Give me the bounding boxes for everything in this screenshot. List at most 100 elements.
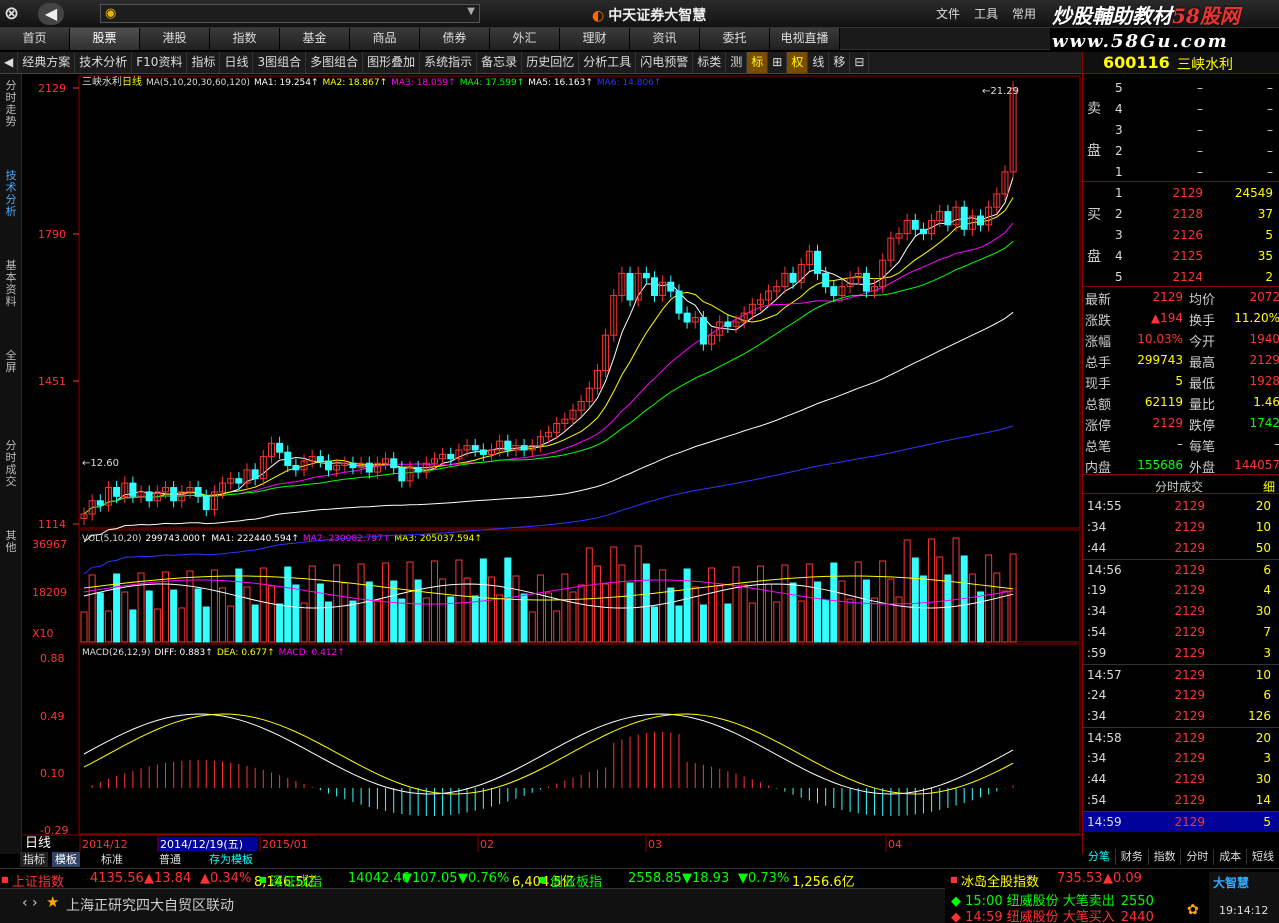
quote-label: 最新 bbox=[1085, 293, 1112, 308]
buy-level-row[interactable]: 4 2125 35 bbox=[1115, 246, 1279, 267]
chart-area[interactable]: 三峡水利日线 MA(5,10,20,30,60,120) MA1: 19.254↑ M… bbox=[22, 74, 1082, 854]
toolbar-item-6[interactable]: 多图组合 bbox=[306, 52, 364, 73]
side-tab-3[interactable]: 全屏 bbox=[2, 350, 20, 374]
candle-body bbox=[398, 467, 406, 482]
toolbar-item-20[interactable]: ⊟ bbox=[850, 52, 870, 73]
alert-row[interactable]: ◆ 14:59 纽威股份 大笔买入 2440 bbox=[951, 906, 1154, 923]
toolbar-item-13[interactable]: 标类 bbox=[693, 52, 727, 73]
quote-tab-3[interactable]: 分时 bbox=[1181, 849, 1215, 865]
sell-level-row[interactable]: 2 – – bbox=[1115, 141, 1279, 162]
tick-row[interactable]: :24 2129 6 bbox=[1083, 685, 1279, 706]
news-headline[interactable]: 上海正研究四大自贸区联动 bbox=[66, 895, 234, 915]
toolbar-item-0[interactable]: 经典方案 bbox=[18, 52, 76, 73]
side-tab-1[interactable]: 技术分析 bbox=[2, 170, 20, 218]
toolbar-item-10[interactable]: 历史回忆 bbox=[522, 52, 580, 73]
toolbar-item-2[interactable]: F10资料 bbox=[132, 52, 188, 73]
volume-bar bbox=[496, 594, 504, 643]
toolbar-item-1[interactable]: 技术分析 bbox=[75, 52, 133, 73]
kline-chart[interactable]: 三峡水利日线 MA(5,10,20,30,60,120) MA1: 19.254↑ M… bbox=[22, 74, 1082, 854]
buy-level-row[interactable]: 1 2129 24549 bbox=[1115, 183, 1279, 204]
buy-level-row[interactable]: 3 2126 5 bbox=[1115, 225, 1279, 246]
toolbar-item-16[interactable]: ⊞ bbox=[768, 52, 788, 73]
nav-tab-6[interactable]: 债券 bbox=[420, 28, 490, 50]
tick-row[interactable]: :54 2129 14 bbox=[1083, 790, 1279, 811]
tick-row[interactable]: 14:58 2129 20 bbox=[1083, 727, 1279, 748]
volume-bar bbox=[512, 575, 520, 643]
nav-tab-2[interactable]: 港股 bbox=[140, 28, 210, 50]
tick-row[interactable]: :44 2129 50 bbox=[1083, 538, 1279, 559]
tick-time: :44 bbox=[1087, 541, 1107, 555]
toolbar-item-5[interactable]: 3图组合 bbox=[253, 52, 307, 73]
tab-standard[interactable]: 标准 bbox=[98, 852, 126, 867]
tick-row[interactable]: :44 2129 30 bbox=[1083, 769, 1279, 790]
buy-level-row[interactable]: 5 2124 2 bbox=[1115, 267, 1279, 288]
tick-row[interactable]: :34 2129 3 bbox=[1083, 748, 1279, 769]
toolbar-left-arrow-icon[interactable]: ◀ bbox=[0, 52, 19, 73]
toolbar-item-8[interactable]: 系统指示 bbox=[420, 52, 478, 73]
tick-row[interactable]: 14:57 2129 10 bbox=[1083, 664, 1279, 685]
toolbar-item-9[interactable]: 备忘录 bbox=[477, 52, 523, 73]
side-tab-4[interactable]: 分时成交 bbox=[2, 440, 20, 488]
nav-tab-10[interactable]: 委托 bbox=[700, 28, 770, 50]
save-template-button[interactable]: 存为模板 bbox=[206, 852, 256, 867]
toolbar-item-17[interactable]: 权 bbox=[787, 52, 809, 73]
quote-tab-1[interactable]: 财务 bbox=[1116, 849, 1149, 865]
tab-indicator[interactable]: 指标 bbox=[20, 852, 48, 867]
side-tab-0[interactable]: 分时走势 bbox=[2, 80, 20, 128]
tick-row[interactable]: :54 2129 7 bbox=[1083, 622, 1279, 643]
quote-label: 涨幅 bbox=[1085, 335, 1112, 350]
tick-row[interactable]: :34 2129 126 bbox=[1083, 706, 1279, 727]
nav-tab-9[interactable]: 资讯 bbox=[630, 28, 700, 50]
period-label[interactable]: 日线 bbox=[22, 836, 54, 851]
buy-level-row[interactable]: 2 2128 37 bbox=[1115, 204, 1279, 225]
tick-row[interactable]: :34 2129 10 bbox=[1083, 517, 1279, 538]
tick-row[interactable]: :34 2129 30 bbox=[1083, 601, 1279, 622]
toolbar-item-4[interactable]: 日线 bbox=[220, 52, 254, 73]
quote-tab-0[interactable]: 分笔 bbox=[1083, 849, 1116, 865]
side-tab-5[interactable]: 其他 bbox=[2, 530, 20, 554]
nav-tab-8[interactable]: 理财 bbox=[560, 28, 630, 50]
tick-price: 2129 bbox=[1174, 499, 1205, 513]
toolbar-item-18[interactable]: 线 bbox=[808, 52, 830, 73]
ma-line-4 bbox=[83, 240, 1014, 515]
nav-tab-1[interactable]: 股票 bbox=[70, 28, 140, 50]
nav-tab-4[interactable]: 基金 bbox=[280, 28, 350, 50]
side-tab-2[interactable]: 基本资料 bbox=[2, 260, 20, 308]
tick-row[interactable]: :59 2129 3 bbox=[1083, 643, 1279, 664]
news-nav-arrows-icon[interactable]: ‹ › bbox=[22, 895, 38, 911]
gear-icon[interactable]: ✿ bbox=[1187, 902, 1199, 918]
sell-level-row[interactable]: 5 – – bbox=[1115, 78, 1279, 99]
tick-row[interactable]: 14:55 2129 20 bbox=[1083, 496, 1279, 517]
menu-tools[interactable]: 工具 bbox=[974, 5, 998, 22]
tab-normal[interactable]: 普通 bbox=[156, 852, 184, 867]
tick-row[interactable]: :19 2129 4 bbox=[1083, 580, 1279, 601]
chevron-down-icon[interactable]: ▼ bbox=[467, 6, 475, 17]
sell-level-row[interactable]: 4 – – bbox=[1115, 99, 1279, 120]
toolbar-item-7[interactable]: 图形叠加 bbox=[363, 52, 421, 73]
toolbar-item-3[interactable]: 指标 bbox=[187, 52, 221, 73]
ticks-detail-button[interactable]: 细 bbox=[1263, 478, 1275, 495]
search-input[interactable]: ◉ ▼ bbox=[100, 4, 480, 23]
nav-tab-3[interactable]: 指数 bbox=[210, 28, 280, 50]
quote-tab-4[interactable]: 成本 bbox=[1214, 849, 1248, 865]
toolbar-item-12[interactable]: 闪电预警 bbox=[636, 52, 694, 73]
sell-level-row[interactable]: 3 – – bbox=[1115, 120, 1279, 141]
toolbar-item-15[interactable]: 标 bbox=[747, 52, 769, 73]
nav-tab-5[interactable]: 商品 bbox=[350, 28, 420, 50]
tick-row[interactable]: 14:59 2129 5 bbox=[1083, 811, 1279, 832]
nav-tab-0[interactable]: 首页 bbox=[0, 28, 70, 50]
star-icon[interactable]: ★ bbox=[46, 893, 59, 911]
toolbar-item-14[interactable]: 测 bbox=[726, 52, 748, 73]
menu-file[interactable]: 文件 bbox=[936, 5, 960, 22]
quote-tab-2[interactable]: 指数 bbox=[1149, 849, 1182, 865]
quote-tab-5[interactable]: 短线 bbox=[1247, 849, 1279, 865]
toolbar-item-11[interactable]: 分析工具 bbox=[579, 52, 637, 73]
tab-template[interactable]: 模板 bbox=[52, 852, 80, 867]
toolbar-item-19[interactable]: 移 bbox=[829, 52, 851, 73]
nav-tab-7[interactable]: 外汇 bbox=[490, 28, 560, 50]
menu-common[interactable]: 常用 bbox=[1012, 5, 1036, 22]
back-icon[interactable]: ◀ bbox=[38, 3, 64, 25]
tick-row[interactable]: 14:56 2129 6 bbox=[1083, 559, 1279, 580]
nav-tab-11[interactable]: 电视直播 bbox=[770, 28, 840, 50]
sell-level-row[interactable]: 1 – – bbox=[1115, 162, 1279, 183]
